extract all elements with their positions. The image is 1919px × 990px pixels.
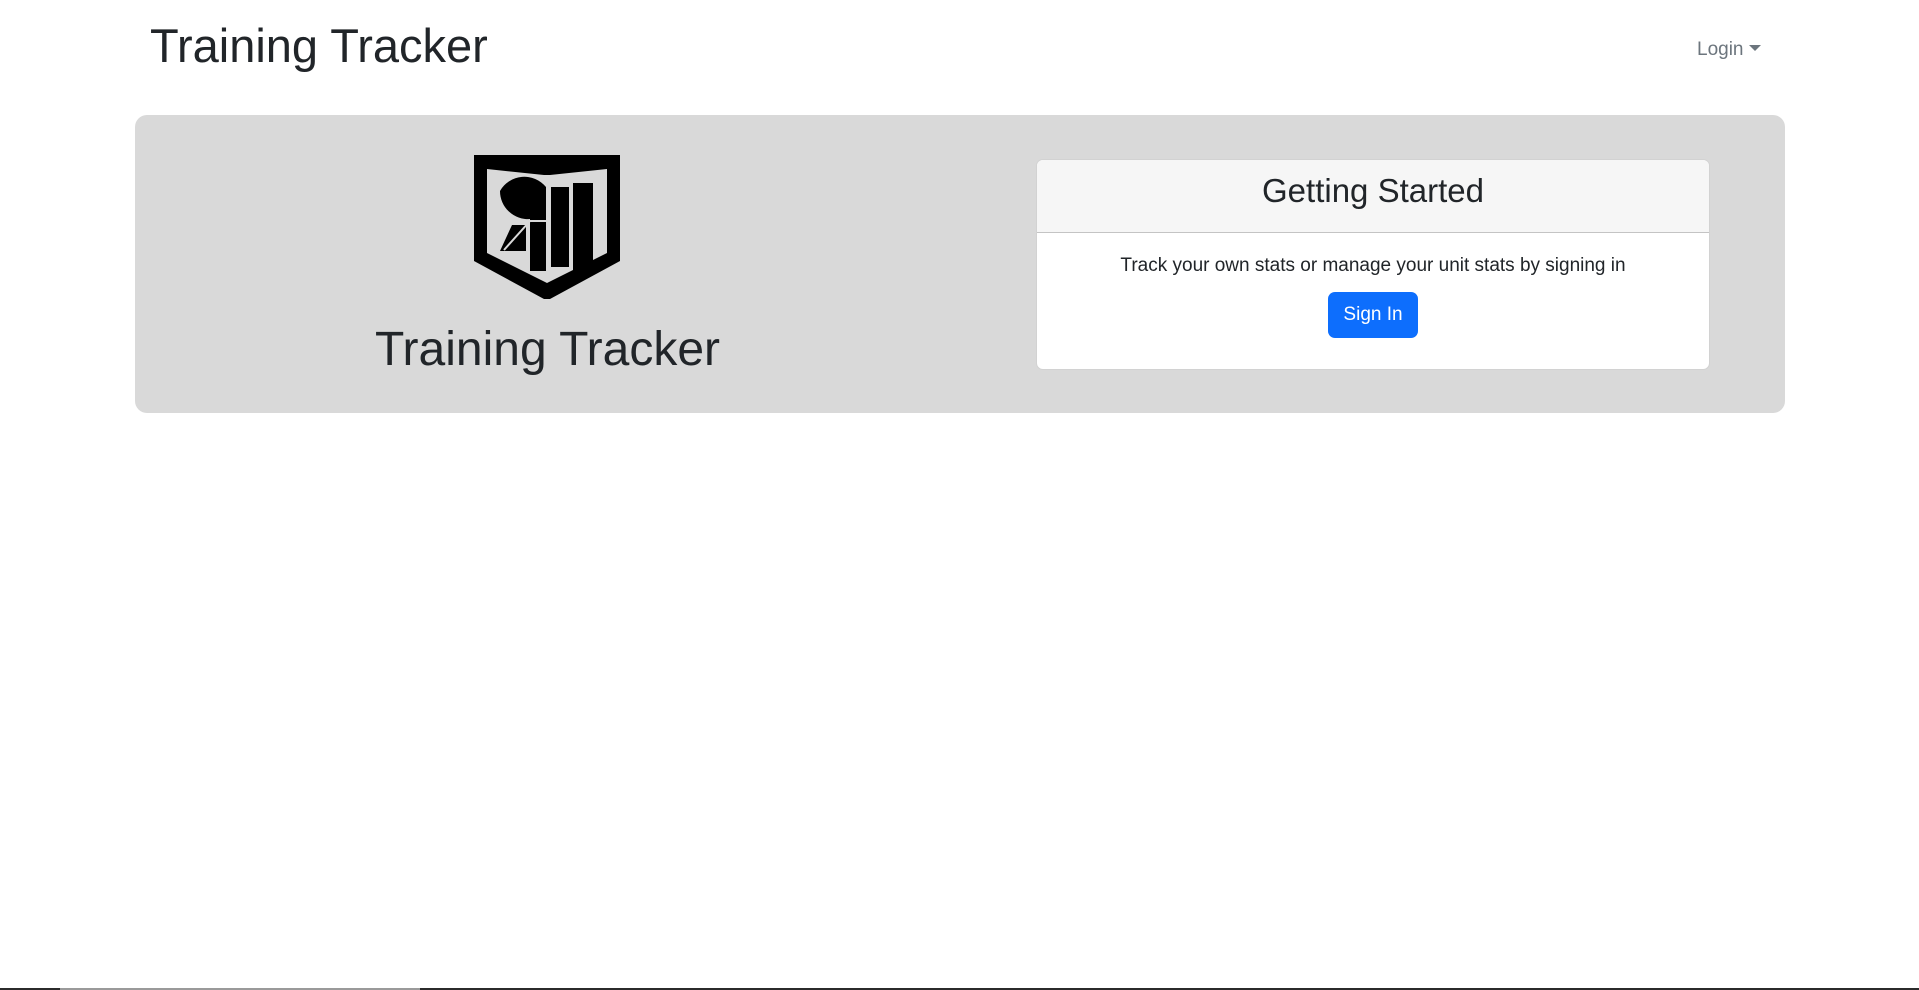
login-dropdown-toggle[interactable]: Login	[1697, 38, 1761, 62]
navbar: Training Tracker Login	[0, 0, 1919, 100]
card-text: Track your own stats or manage your unit…	[1120, 255, 1626, 276]
login-label: Login	[1697, 39, 1744, 60]
getting-started-card: Getting Started Track your own stats or …	[1036, 159, 1710, 370]
caret-down-icon	[1748, 45, 1761, 51]
card-body: Track your own stats or manage your unit…	[1037, 233, 1709, 338]
card-header: Getting Started	[1037, 160, 1709, 233]
logo-block: Training Tracker	[135, 115, 960, 413]
sign-in-button[interactable]: Sign In	[1328, 292, 1418, 338]
hero-title: Training Tracker	[375, 323, 720, 376]
page: Training Tracker Login Training Tracker	[0, 0, 1919, 990]
hero-panel: Training Tracker Getting Started Track y…	[135, 115, 1785, 413]
shield-logo-icon	[474, 155, 620, 299]
navbar-brand[interactable]: Training Tracker	[150, 16, 488, 76]
